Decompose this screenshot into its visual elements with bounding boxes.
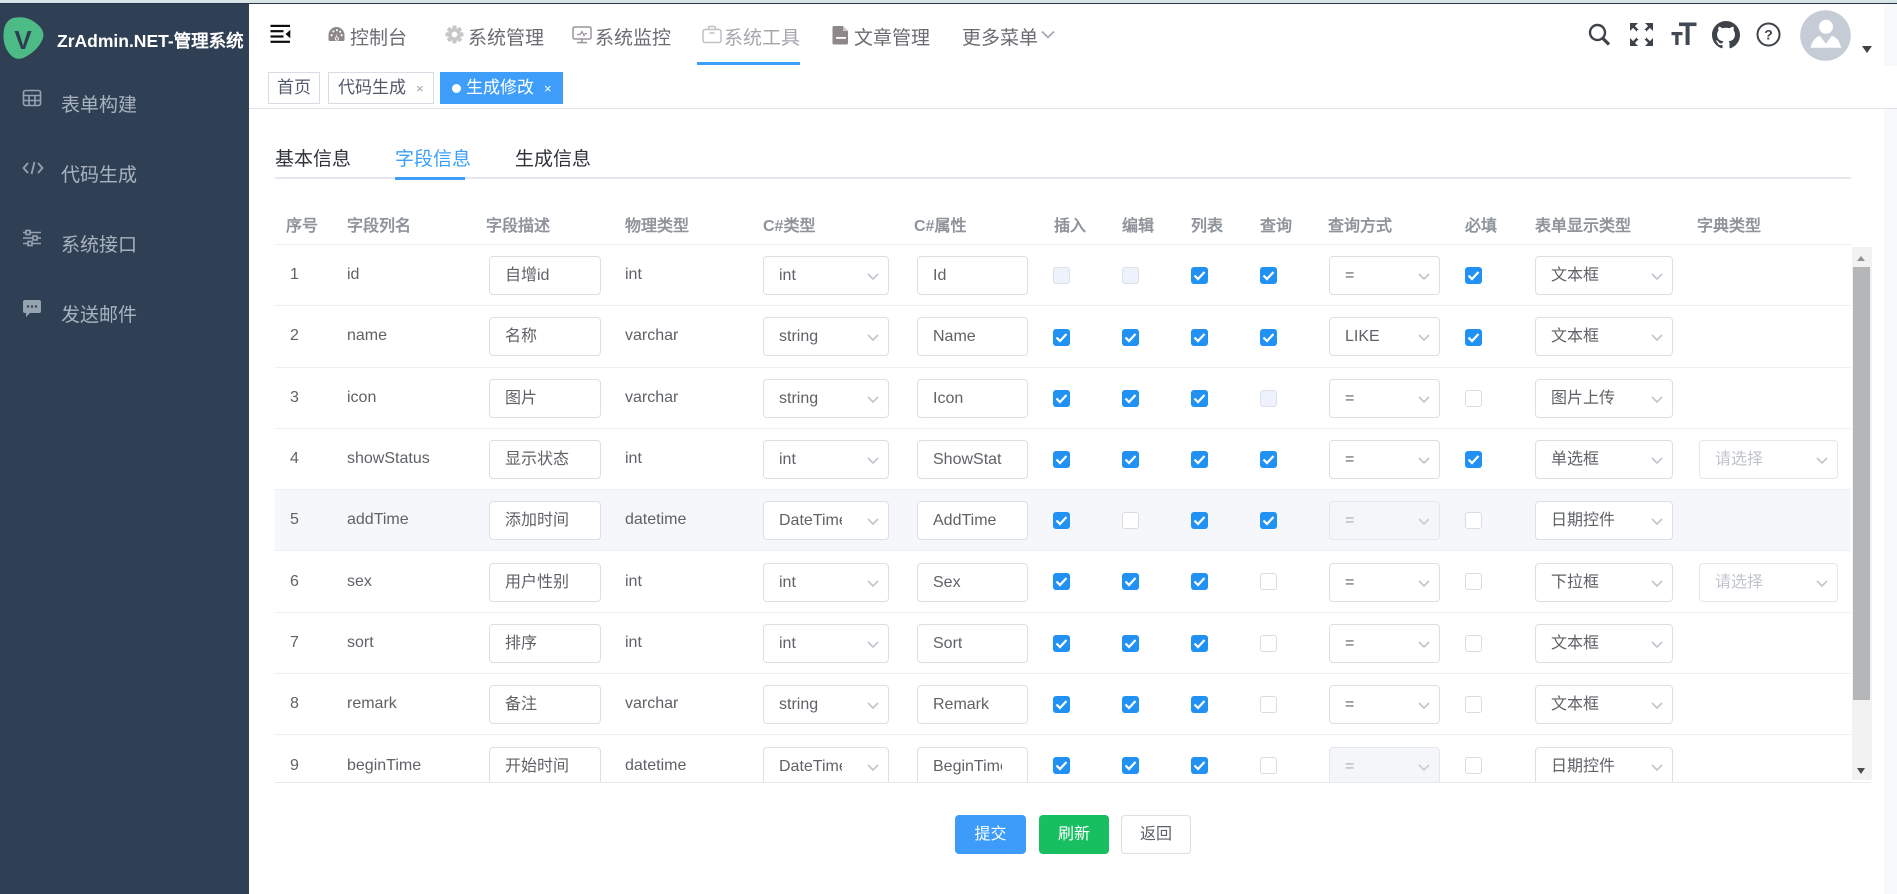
svg-text:?: ? — [1764, 27, 1773, 43]
svg-text:V: V — [14, 25, 32, 55]
